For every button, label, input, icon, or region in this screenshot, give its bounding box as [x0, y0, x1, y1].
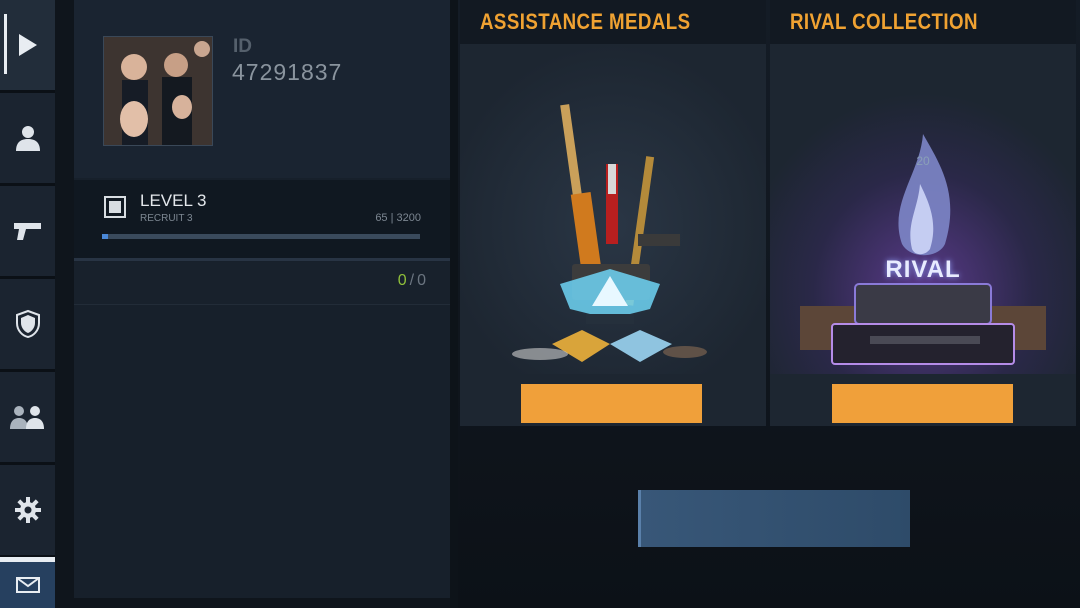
sidebar-item-weapons[interactable]: [0, 186, 55, 278]
level-rank: RECRUIT 3: [140, 213, 193, 224]
sidebar-item-friends[interactable]: [0, 372, 55, 464]
xp-progress-bar: [102, 234, 420, 239]
sidebar: [0, 0, 55, 608]
counter-separator: /: [409, 272, 415, 289]
id-label: ID: [233, 36, 252, 57]
card-header: RIVAL COLLECTION: [770, 0, 1076, 44]
xp-text: 65 | 3200: [375, 212, 421, 224]
profile-header: ID 47291837: [74, 0, 450, 178]
shield-icon: [15, 309, 40, 339]
player-id: 47291837: [232, 59, 343, 85]
divider: [74, 258, 450, 261]
rival-case-icon: 20 RIVAL: [770, 44, 1076, 374]
play-icon: [18, 34, 37, 56]
assistance-medals-card[interactable]: ASSISTANCE MEDALS: [460, 0, 766, 426]
gear-icon: [14, 497, 41, 523]
rival-count: 20: [916, 154, 930, 168]
medals-action-button[interactable]: [521, 384, 702, 423]
friends-icon: [9, 406, 44, 429]
rank-icon: [104, 196, 126, 218]
sidebar-item-profile[interactable]: [0, 93, 55, 185]
counter-row: 0/0: [74, 262, 450, 305]
bottom-action-button[interactable]: [638, 490, 910, 547]
panel-separator: [450, 0, 458, 608]
sidebar-item-settings[interactable]: [0, 465, 55, 557]
avatar-photo: [104, 37, 212, 145]
level-title: LEVEL 3: [140, 191, 207, 210]
counter-max: 0: [417, 272, 426, 289]
card-title: ASSISTANCE MEDALS: [480, 9, 691, 34]
profile-panel: ID 47291837 LEVEL 3 RECRUIT 3 65 | 3200 …: [74, 0, 450, 598]
xp-progress-fill: [102, 234, 109, 239]
counter-current: 0: [397, 272, 407, 289]
avatar[interactable]: [103, 36, 213, 146]
pistol-icon: [13, 223, 41, 240]
card-header: ASSISTANCE MEDALS: [460, 0, 766, 44]
counter: 0/0: [398, 272, 426, 290]
level-box[interactable]: LEVEL 3 RECRUIT 3 65 | 3200: [74, 180, 450, 258]
medals-icon: [460, 44, 766, 374]
rival-action-button[interactable]: [832, 384, 1013, 423]
card-title: RIVAL COLLECTION: [790, 9, 978, 34]
rival-collection-card[interactable]: RIVAL COLLECTION 20 RIVAL: [770, 0, 1076, 426]
sidebar-item-play[interactable]: [0, 0, 55, 92]
sidebar-item-clan[interactable]: [0, 279, 55, 371]
rival-emblem: RIVAL: [885, 256, 961, 283]
sidebar-item-mail[interactable]: [0, 557, 55, 608]
mail-icon: [15, 577, 40, 593]
profile-icon: [15, 126, 40, 151]
